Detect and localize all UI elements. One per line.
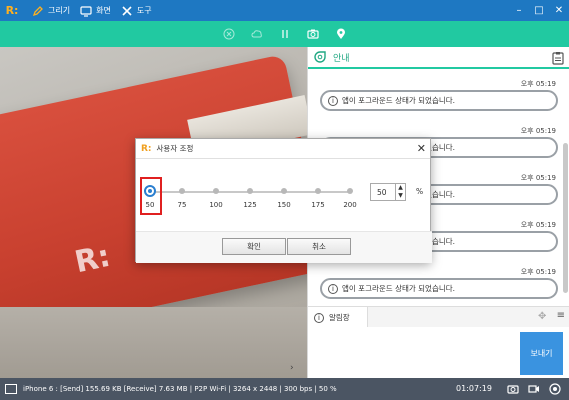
message-text: 앱이 포그라운드 상태가 되었습니다. (342, 284, 456, 293)
scroll-thumb[interactable] (563, 143, 568, 293)
clipboard-icon[interactable] (552, 51, 564, 65)
device-icon (5, 384, 17, 394)
zoom-stepper[interactable]: ▲ ▼ (396, 183, 406, 201)
menu-screen-label: 화면 (96, 6, 111, 15)
tick-label: 150 (277, 201, 291, 209)
info-icon: i (314, 312, 324, 323)
slider-tick[interactable] (281, 188, 287, 194)
maximize-button[interactable]: □ (529, 0, 549, 21)
message-time: 오후 05:19 (520, 221, 556, 229)
percent-unit: % (416, 187, 424, 196)
close-button[interactable]: ✕ (549, 0, 569, 21)
capture-toolbar (0, 21, 569, 47)
status-text: iPhone 6 : [Send] 155.69 KB [Receive] 7.… (23, 385, 337, 393)
tick-label: 125 (243, 201, 257, 209)
minimize-button[interactable]: – (509, 0, 529, 21)
pen-icon (32, 5, 43, 16)
slider-tick[interactable] (247, 188, 253, 194)
chevron-right-icon[interactable]: › (290, 363, 294, 373)
message-bubble: i 앱이 포그라운드 상태가 되었습니다. (320, 278, 558, 299)
info-icon: i (328, 283, 338, 294)
tab-alarm[interactable]: i 알림장 (308, 307, 368, 328)
camera-background (0, 307, 307, 378)
cloud-button[interactable] (243, 21, 271, 47)
tools-icon (122, 5, 132, 16)
message-scrollbar[interactable] (562, 73, 568, 305)
move-icon[interactable]: ✥ (538, 311, 550, 323)
message-time: 오후 05:19 (520, 268, 556, 276)
tab-alarm-label: 알림장 (329, 313, 350, 322)
slider-tick[interactable] (347, 188, 353, 194)
slider-tick[interactable] (213, 188, 219, 194)
pause-icon (281, 30, 288, 38)
message-bubble: i 앱이 포그라운드 상태가 되었습니다. (320, 90, 558, 111)
record-icon (528, 385, 539, 393)
dialog-logo: R: (141, 143, 152, 154)
zoom-slider[interactable]: 50 75 100 125 150 175 200 50 ▲ ▼ % (136, 173, 432, 215)
message-time: 오후 05:19 (520, 174, 556, 182)
tick-label: 100 (209, 201, 223, 209)
dialog-footer: 확인 취소 (136, 231, 432, 263)
record-button[interactable] (527, 382, 541, 396)
title-bar: R: 그리기 화면 도구 – □ ✕ (0, 0, 569, 21)
panel-header: 안내 (308, 47, 569, 69)
menu-draw[interactable]: 그리기 (32, 5, 70, 17)
tick-label: 175 (311, 201, 325, 209)
list-item: 오후 05:19 i 앱이 포그라운드 상태가 되었습니다. (316, 261, 560, 305)
dialog-title: 사용자 조정 (156, 144, 194, 153)
zoom-value-input[interactable]: 50 (370, 183, 396, 201)
send-button[interactable]: 보내기 (520, 332, 563, 375)
camera-subject-logo: R: (71, 238, 114, 281)
selection-highlight (140, 177, 162, 215)
camera-icon (507, 385, 519, 394)
status-bar: iPhone 6 : [Send] 155.69 KB [Receive] 7.… (0, 378, 569, 400)
menu-screen[interactable]: 화면 (80, 5, 111, 17)
tick-label: 50 (145, 201, 155, 209)
guide-icon (313, 50, 327, 64)
tick-label: 200 (343, 201, 357, 209)
menu-draw-label: 그리기 (48, 6, 71, 15)
ok-button[interactable]: 확인 (222, 238, 286, 255)
settings-button[interactable] (548, 382, 562, 396)
message-time: 오후 05:19 (520, 80, 556, 88)
tick-label: 75 (177, 201, 187, 209)
freeze-button[interactable] (215, 21, 243, 47)
cloud-icon (250, 30, 262, 38)
capture-button[interactable] (506, 382, 520, 396)
stepper-down-icon[interactable]: ▼ (398, 192, 403, 200)
cancel-button[interactable]: 취소 (287, 238, 351, 255)
message-text: 앱이 포그라운드 상태가 되었습니다. (342, 96, 456, 105)
list-item: 오후 05:19 i 앱이 포그라운드 상태가 되었습니다. (316, 73, 560, 120)
app-logo: R: (5, 4, 19, 17)
menu-tools[interactable]: 도구 (121, 5, 152, 17)
menu-icon[interactable]: ≡ (557, 310, 565, 321)
pause-button[interactable] (271, 21, 299, 47)
monitor-icon (80, 5, 92, 17)
stepper-up-icon[interactable]: ▲ (398, 184, 403, 192)
target-icon (549, 383, 561, 395)
dialog-close-icon[interactable]: ✕ (417, 142, 426, 155)
window-controls: – □ ✕ (509, 0, 569, 21)
session-timer: 01:07:19 (456, 384, 492, 393)
dialog-header: R: 사용자 조정 ✕ (136, 139, 430, 159)
menu-tools-label: 도구 (136, 6, 152, 15)
user-adjust-dialog: R: 사용자 조정 ✕ 50 75 100 125 150 175 200 50… (135, 138, 432, 263)
location-button[interactable] (327, 21, 355, 47)
info-icon: i (328, 95, 338, 106)
panel-title: 안내 (333, 53, 350, 64)
freeze-icon (223, 28, 234, 40)
alarm-tabbar: i 알림장 ✥ ≡ (308, 306, 569, 328)
slider-tick[interactable] (179, 188, 185, 194)
message-time: 오후 05:19 (520, 127, 556, 135)
slider-tick[interactable] (315, 188, 321, 194)
location-pin-icon (336, 28, 345, 39)
camera-icon (306, 29, 319, 39)
camera-button[interactable] (299, 21, 327, 47)
